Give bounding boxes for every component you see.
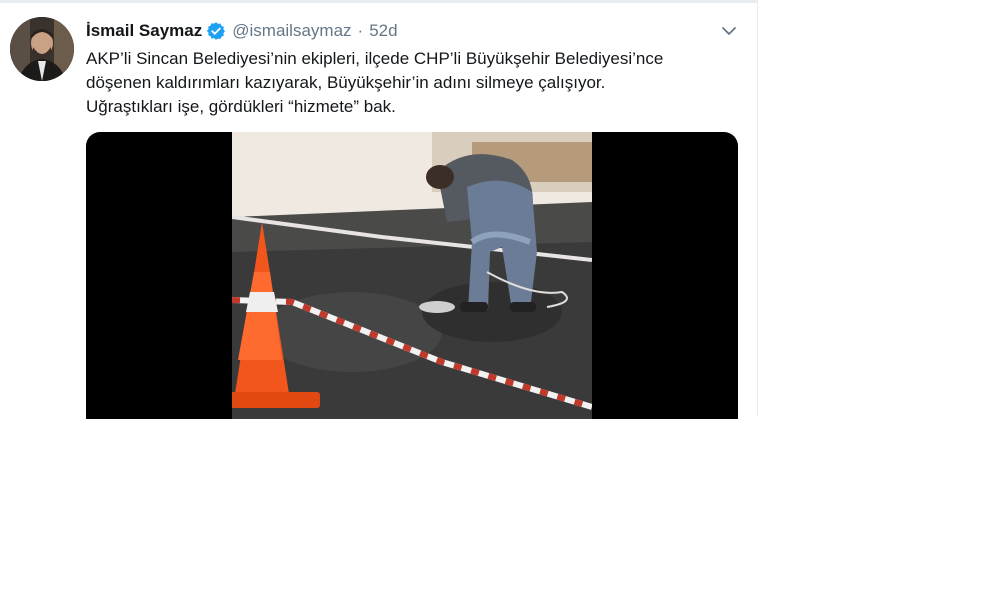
tweet-text-line: döşenen kaldırımları kazıyarak, Büyükşeh… — [86, 73, 606, 92]
tweet-card[interactable]: İsmail Saymaz @ismailsaymaz · 52d AKP’li… — [0, 3, 758, 419]
author-handle[interactable]: @ismailsaymaz — [232, 21, 351, 41]
separator-dot: · — [357, 21, 364, 40]
tweet-text-line: AKP’li Sincan Belediyesi’nin ekipleri, i… — [86, 49, 664, 68]
tweet-text: AKP’li Sincan Belediyesi’nin ekipleri, i… — [86, 47, 736, 119]
video-player[interactable] — [86, 132, 738, 419]
tweet-text-line: Uğraştıkları işe, gördükleri “hizmete” b… — [86, 97, 396, 116]
avatar[interactable] — [10, 17, 74, 81]
verified-badge-icon — [206, 21, 226, 41]
video-thumbnail[interactable] — [232, 132, 592, 419]
author-name[interactable]: İsmail Saymaz — [86, 21, 202, 41]
tweet-header: İsmail Saymaz @ismailsaymaz · 52d — [86, 19, 398, 43]
chevron-down-icon[interactable] — [718, 21, 740, 41]
tweet-timestamp[interactable]: 52d — [369, 21, 397, 41]
